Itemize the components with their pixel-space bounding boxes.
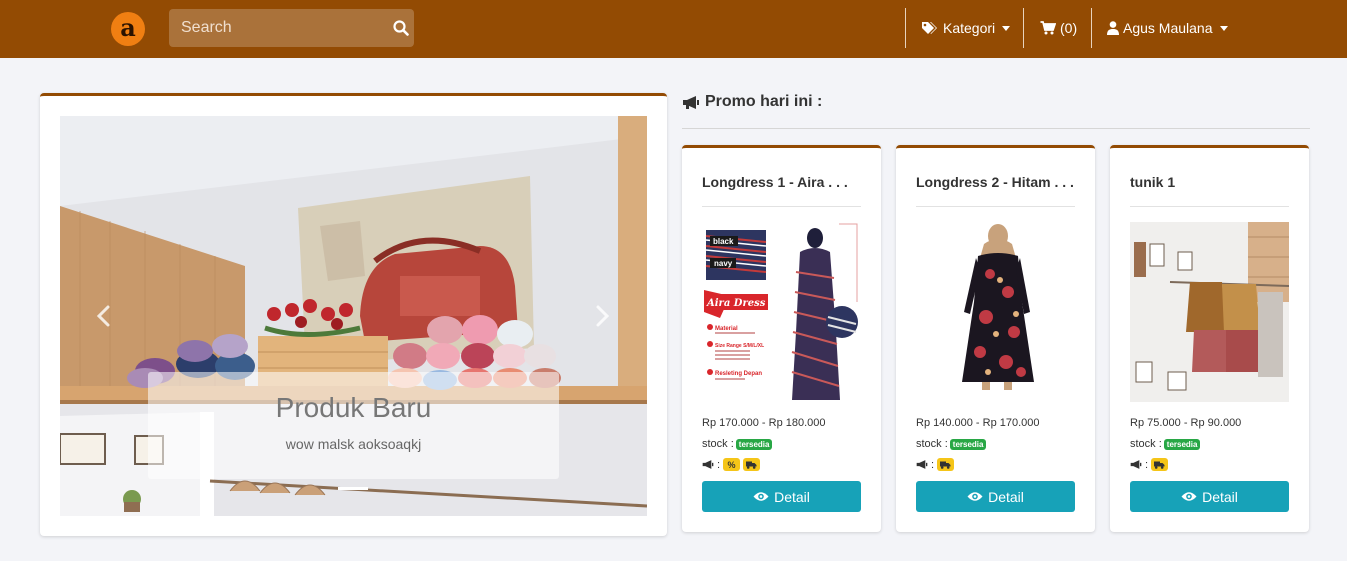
truck-icon (1154, 461, 1165, 469)
top-navbar: a Kategori (0) Agus Maulana (0, 0, 1347, 58)
caption-title: Produk Baru (275, 392, 432, 423)
product-title[interactable]: Longdress 1 - Aira . . . (702, 174, 862, 190)
stock-label: stock : (702, 438, 734, 450)
truck-icon (940, 461, 951, 469)
detail-button-label: Detail (1202, 488, 1238, 505)
stock-label: stock : (916, 438, 948, 450)
eye-icon (753, 492, 769, 501)
search-box (169, 9, 414, 47)
card-divider (1130, 206, 1289, 207)
carousel-prev-button[interactable] (94, 304, 114, 328)
promo-colon: : (931, 458, 935, 471)
image-text-resleting: Resleting Depan (715, 371, 762, 377)
chevron-right-icon (596, 305, 610, 327)
chevron-left-icon (96, 305, 110, 327)
kategori-label: Kategori (943, 20, 996, 36)
image-text-navy: navy (714, 259, 733, 268)
bullhorn-icon (683, 95, 699, 109)
product-stock: stock : tersedia (702, 438, 773, 450)
nav-cart[interactable]: (0) (1040, 18, 1077, 38)
detail-button[interactable]: Detail (702, 481, 861, 512)
truck-icon (746, 461, 757, 469)
promo-colon: : (717, 458, 721, 471)
stock-badge: tersedia (735, 438, 773, 450)
product-card: Longdress 1 - Aira . . . black navy Aira… (682, 145, 881, 532)
product-title[interactable]: Longdress 2 - Hitam . . . (916, 174, 1076, 190)
product-image[interactable]: black navy Aira Dress Material Size Rang… (702, 222, 861, 402)
bullhorn-icon (916, 460, 928, 469)
bullhorn-icon (702, 460, 714, 469)
nav-kategori-dropdown[interactable]: Kategori (921, 18, 1011, 38)
product-image[interactable] (1130, 222, 1289, 402)
nav-user-dropdown[interactable]: Agus Maulana (1107, 18, 1228, 38)
user-icon (1107, 21, 1119, 35)
image-text-brand: Aira Dress (706, 298, 766, 309)
promo-heading-text: Promo hari ini : (705, 93, 823, 110)
promo-heading: Promo hari ini : (682, 93, 822, 111)
search-icon[interactable] (388, 9, 414, 47)
nav-separator (905, 8, 906, 48)
percent-icon: % (727, 459, 736, 470)
stock-label: stock : (1130, 438, 1162, 450)
promo-colon: : (1145, 458, 1149, 471)
image-text-size: Size Range S/M/L/XL (715, 343, 764, 349)
carousel-slide: Produk Baru wow malsk aoksoaqkj (60, 116, 647, 516)
bullhorn-icon (1130, 460, 1142, 469)
shipping-badge (743, 458, 761, 471)
nav-separator (1091, 8, 1092, 48)
product-price: Rp 75.000 - Rp 90.000 (1130, 417, 1242, 429)
carousel-caption: Produk Baru wow malsk aoksoaqkj (148, 372, 559, 479)
image-text-black: black (713, 237, 734, 246)
brand-logo[interactable]: a (111, 12, 145, 46)
promo-badges: : % (702, 458, 761, 471)
carousel-indicator[interactable] (338, 487, 368, 490)
promo-divider (682, 128, 1310, 129)
search-input[interactable] (169, 9, 388, 47)
shipping-badge (937, 458, 955, 471)
image-text-material: Material (715, 326, 738, 332)
tags-icon (922, 22, 937, 34)
product-card: tunik 1 Rp 75.000 - Rp 90.000 stock : te… (1110, 145, 1309, 532)
carousel-card: Produk Baru wow malsk aoksoaqkj (40, 93, 667, 536)
card-divider (916, 206, 1075, 207)
stock-badge: tersedia (949, 438, 987, 450)
shipping-badge (1151, 458, 1169, 471)
caption-text: wow malsk aoksoaqkj (285, 436, 422, 452)
product-stock: stock : tersedia (1130, 438, 1201, 450)
product-price: Rp 140.000 - Rp 170.000 (916, 417, 1040, 429)
promo-badges: : (1130, 458, 1169, 471)
eye-icon (1181, 492, 1197, 501)
eye-icon (967, 492, 983, 501)
card-divider (702, 206, 861, 207)
detail-button-label: Detail (774, 488, 810, 505)
nav-separator (1023, 8, 1024, 48)
product-image[interactable] (916, 222, 1075, 402)
product-stock: stock : tersedia (916, 438, 987, 450)
detail-button[interactable]: Detail (916, 481, 1075, 512)
discount-badge: % (723, 458, 741, 471)
product-title[interactable]: tunik 1 (1130, 174, 1290, 190)
chevron-down-icon (1002, 25, 1011, 31)
user-name: Agus Maulana (1123, 20, 1213, 36)
detail-button-label: Detail (988, 488, 1024, 505)
product-price: Rp 170.000 - Rp 180.000 (702, 417, 826, 429)
product-card: Longdress 2 - Hitam . . . Rp 140.000 - R… (896, 145, 1095, 532)
chevron-down-icon (1219, 25, 1228, 31)
detail-button[interactable]: Detail (1130, 481, 1289, 512)
logo-letter: a (120, 12, 136, 42)
cart-count: (0) (1060, 20, 1078, 36)
carousel-next-button[interactable] (592, 304, 612, 328)
promo-badges: : (916, 458, 955, 471)
cart-icon (1040, 21, 1056, 35)
stock-badge: tersedia (1163, 438, 1201, 450)
